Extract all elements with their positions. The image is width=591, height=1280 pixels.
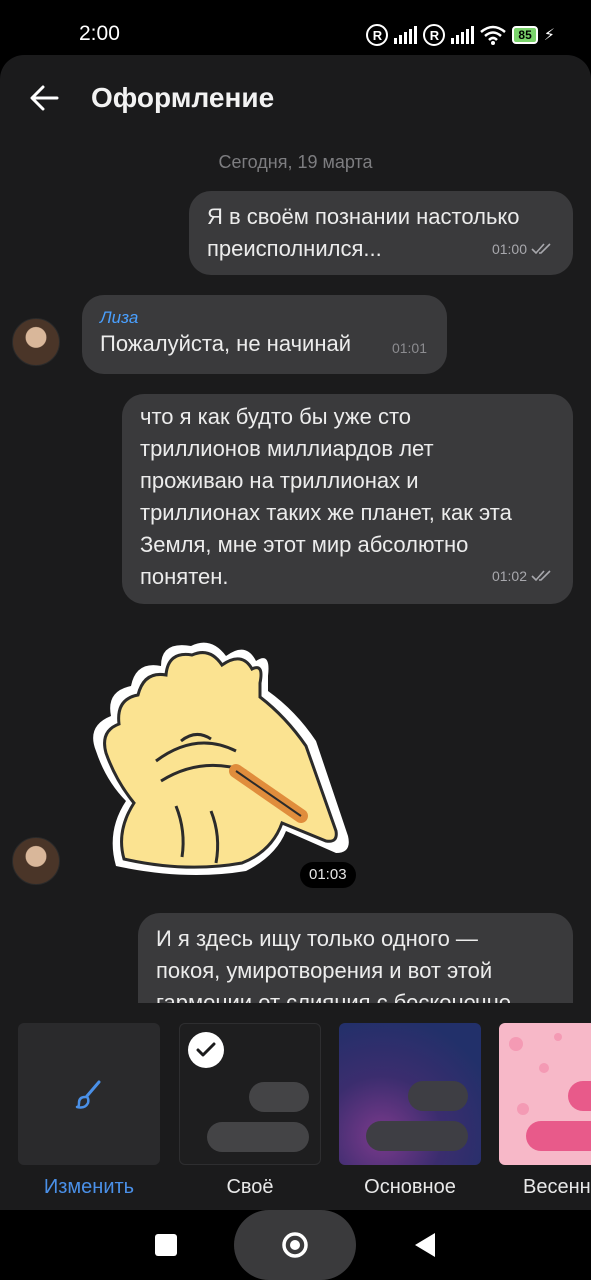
- message-bubble-outgoing[interactable]: И я здесь ищу только одного — покоя, уми…: [138, 913, 573, 1013]
- app-screen: Оформление Сегодня, 19 марта Я в своём п…: [0, 55, 591, 1210]
- message-line: Я в своём познании настолько: [207, 204, 520, 229]
- theme-custom[interactable]: [179, 1023, 321, 1165]
- signal-icon: [394, 26, 418, 44]
- preview-bubble: [526, 1121, 591, 1151]
- avatar[interactable]: [12, 837, 60, 885]
- status-icons: R R 85 ⚡: [366, 22, 555, 48]
- message-bubble-outgoing[interactable]: что я как будто бы уже сто триллионов ми…: [122, 394, 573, 604]
- theme-spring-label[interactable]: Весенн: [499, 1176, 591, 1199]
- avatar[interactable]: [12, 318, 60, 366]
- theme-edit-button[interactable]: [18, 1023, 160, 1165]
- arrow-left-icon: [30, 85, 59, 111]
- double-check-icon: [531, 570, 551, 582]
- status-time: 2:00: [79, 22, 120, 45]
- page-title: Оформление: [91, 82, 275, 113]
- message-text: Пожалуйста, не начинай: [100, 331, 351, 356]
- home-button[interactable]: [234, 1210, 356, 1280]
- theme-edit-label[interactable]: Изменить: [18, 1176, 160, 1199]
- nav-back-icon[interactable]: [414, 1232, 436, 1258]
- message-time-text: 01:02: [491, 568, 527, 584]
- preview-bubble: [366, 1121, 468, 1151]
- message-bubble-incoming[interactable]: Лиза Пожалуйста, не начинай 01:01: [82, 295, 447, 374]
- date-label: Сегодня, 19 марта: [218, 152, 373, 172]
- navigation-bar: [0, 1210, 591, 1280]
- recents-button[interactable]: [155, 1234, 177, 1256]
- signal-icon: [451, 26, 475, 44]
- preview-bubble: [408, 1081, 468, 1111]
- sender-name: Лиза: [100, 308, 139, 327]
- theme-spring[interactable]: [499, 1023, 591, 1165]
- brush-icon: [75, 1080, 101, 1109]
- message-line: что я как будто бы уже сто: [140, 404, 412, 429]
- message-line: триллионов миллиардов лет: [140, 436, 434, 461]
- battery-icon: 85: [512, 26, 538, 44]
- double-check-icon: [531, 243, 551, 255]
- roaming-icon: R: [366, 24, 389, 46]
- preview-bubble: [207, 1122, 309, 1152]
- preview-bubble: [249, 1082, 309, 1112]
- roaming-icon: R: [423, 24, 446, 46]
- wifi-icon: [480, 25, 507, 45]
- message-time-text: 01:00: [491, 241, 527, 257]
- sticker-time: 01:03: [300, 862, 356, 888]
- message-time: 01:02: [492, 560, 553, 592]
- message-time: 01:00: [492, 233, 553, 265]
- status-bar: 2:00 R R 85 ⚡: [0, 0, 591, 60]
- home-circle-icon: [282, 1232, 308, 1258]
- back-button[interactable]: [24, 81, 64, 115]
- message-line: покоя, умиротворения и вот этой: [156, 958, 493, 983]
- message-time: 01:01: [391, 340, 427, 356]
- facepalm-bird-sticker[interactable]: [86, 631, 352, 883]
- theme-main-label[interactable]: Основное: [339, 1176, 481, 1199]
- message-bubble-outgoing[interactable]: Я в своём познании настолько преисполнил…: [189, 191, 573, 275]
- preview-bubble: [568, 1081, 591, 1111]
- check-icon: [188, 1032, 224, 1068]
- theme-custom-label[interactable]: Своё: [179, 1176, 321, 1199]
- message-line: Земля, мне этот мир абсолютно: [140, 532, 469, 557]
- message-line: И я здесь ищу только одного —: [156, 926, 478, 951]
- charging-icon: ⚡: [543, 27, 555, 44]
- message-line: проживаю на триллионах и: [140, 468, 419, 493]
- theme-picker: Изменить Своё Основное Весенн: [0, 1003, 591, 1210]
- message-line: триллионах таких же планет, как эта: [140, 500, 512, 525]
- theme-main[interactable]: [339, 1023, 481, 1165]
